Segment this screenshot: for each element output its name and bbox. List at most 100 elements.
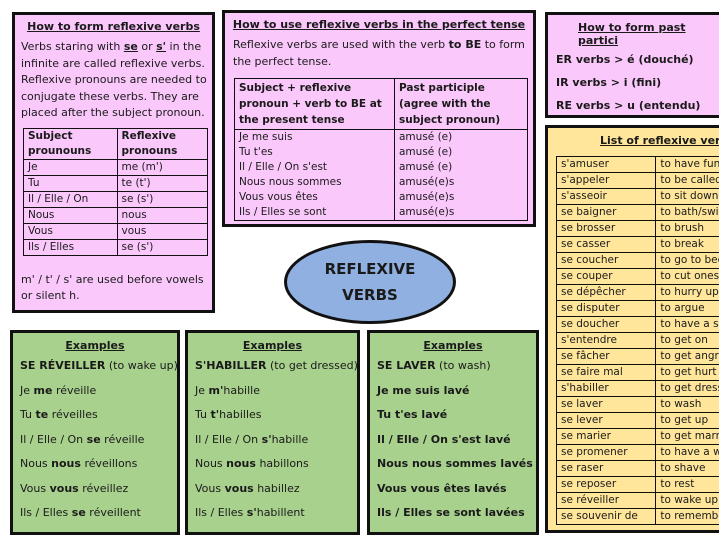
subject-cell: Vous vous êtes [234,190,395,205]
header-subject: Subject prounouns [23,127,118,160]
pronoun-cell: se (s') [116,190,209,208]
table-row: se baignerto bath/swim [555,204,719,221]
english-translation-cell: to have a walk [655,444,719,461]
french-verb-cell: se fâcher [555,348,657,365]
para-text: Reflexive verbs are used with the verb [233,38,449,51]
subject-cell: Vous [23,222,118,240]
example-lines: Je me suis lavé Tu t'es lavé Il / Elle / O… [370,379,536,526]
table-row: se fâcher to get angry [555,348,719,365]
english-translation-cell: to argue [655,300,719,317]
french-verb-cell: se raser [555,460,657,477]
english-translation-cell: to rest [655,476,719,493]
para-text: Verbs staring with [21,40,124,53]
table-row: Il / Elle / On s'est amusé (e) [234,160,528,175]
english-translation-cell: to hurry up [655,284,719,301]
table-row: Je me suis amusé (e) [234,129,528,145]
example-box-laver: Examples SE LAVER (to wash) Je me suis l… [367,330,539,535]
subject-cell: Je me suis [234,129,395,145]
french-verb-cell: se promener [555,444,657,461]
heading-translation: (to wake up) [105,359,178,372]
conjugation-line: Vous vous êtes lavés [377,481,507,495]
french-verb-cell: se disputer [555,300,657,317]
table-row: Ils / Elles se (s') [23,238,209,256]
english-translation-cell: to get married [655,428,719,445]
ir-verbs-rule: IR verbs > i (fini) [556,76,662,89]
table-row: Nous nous sommes amusé(e)s [234,175,528,190]
perfect-box-title: How to use reflexive verbs in the perfec… [232,18,526,31]
table-row: s'entendre to get on [555,332,719,349]
para-s-keyword: s' [156,40,167,53]
subject-cell: Tu t'es [234,145,395,160]
perfect-box-paragraph: Reflexive verbs are used with the verb t… [233,37,533,70]
participle-cell: amusé(e)s [394,190,528,205]
french-verb-cell: se casser [555,236,657,253]
english-translation-cell: to cut oneself [655,268,719,285]
conjugation-line: Il / Elle / On se réveille [20,432,145,446]
example-box-habiller: Examples S'HABILLER (to get dressed) Je … [185,330,360,535]
example-lines: Je m'habille Tu t'habilles Il / Elle / On … [188,379,357,526]
para-text: or [137,40,157,53]
french-verb-cell: se baigner [555,204,657,221]
french-verb-cell: se souvenir de [555,508,657,525]
re-verbs-rule: RE verbs > u (entendu) [556,99,701,112]
table-row: se casser to break [555,236,719,253]
table-header-row: Subject + reflexive pronoun + verb to BE… [234,78,528,130]
french-verb-cell: se marier [555,428,657,445]
subject-cell: Ils / Elles [23,238,118,256]
english-translation-cell: to wake up [655,492,719,509]
table-row: Ils / Elles se sont amusé(e)s [234,205,528,221]
french-verb-cell: se dépêcher [555,284,657,301]
participle-cell: amusé (e) [394,160,528,175]
past-participle-box: How to form past partici ER verbs > é (d… [545,12,719,118]
table-row: se souvenir deto remember [555,508,719,525]
french-verb-cell: s'amuser [555,156,657,173]
para-se-keyword: se [123,40,138,53]
pronoun-cell: vous [116,222,209,240]
table-row: se disputer to argue [555,300,719,317]
conjugation-line: Il / Elle / On s'est lavé [377,432,511,446]
participle-cell: amusé (e) [394,129,528,145]
conjugation-line: Tu te réveilles [20,408,98,421]
conjugation-line: Tu t'habilles [195,408,262,421]
french-verb-cell: s'entendre [555,332,657,349]
english-translation-cell: to wash [655,396,719,413]
english-translation-cell: to brush [655,220,719,237]
title-line-1: REFLEXIVE [324,260,416,278]
heading-verb: SE LAVER [377,359,436,372]
example-title: Examples [423,339,483,352]
table-row: se couperto cut oneself [555,268,719,285]
example-title: Examples [65,339,125,352]
french-verb-cell: se reposer [555,476,657,493]
heading-translation: (to get dressed) [266,359,358,372]
header-subject-pronoun-be: Subject + reflexive pronoun + verb to BE… [234,78,395,130]
french-verb-cell: se laver [555,396,657,413]
table-row: se lever to get up [555,412,719,429]
conjugation-line: Nous nous réveillons [20,457,138,470]
table-row: s'appeler to be called [555,172,719,189]
french-verb-cell: se brosser [555,220,657,237]
english-translation-cell: to get dressed [655,380,719,397]
title-line-2: VERBS [342,286,398,304]
form-box-title: How to form reflexive verbs [27,20,200,33]
english-translation-cell: to have fun [655,156,719,173]
list-box-title: List of reflexive verbs [600,134,719,147]
french-verb-cell: se doucher [555,316,657,333]
perfect-tense-table: Subject + reflexive pronoun + verb to BE… [234,78,528,221]
conjugation-line: Ils / Elles se réveillent [20,506,141,519]
conjugation-line: Ils / Elles s'habillent [195,506,305,519]
english-translation-cell: to get up [655,412,719,429]
table-row: se faire mal to get hurt [555,364,719,381]
perfect-tense-box: How to use reflexive verbs in the perfec… [222,10,536,227]
conjugation-line: Nous nous habillons [195,457,309,470]
english-translation-cell: to be called [655,172,719,189]
verb-list-table: s'amuser to have fun s'appeler to be called… [555,156,719,525]
table-row: se dépêcher to hurry up [555,284,719,301]
table-row: Il / Elle / On se (s') [23,190,209,208]
subject-cell: Nous nous sommes [234,175,395,190]
conjugation-line: Je m'habille [195,383,260,397]
conjugation-line: Nous nous sommes lavés [377,457,533,470]
heading-translation: (to wash) [435,359,491,372]
participle-cell: amusé(e)s [394,205,528,221]
english-translation-cell: to have a shower [655,316,719,333]
table-row: se marierto get married [555,428,719,445]
